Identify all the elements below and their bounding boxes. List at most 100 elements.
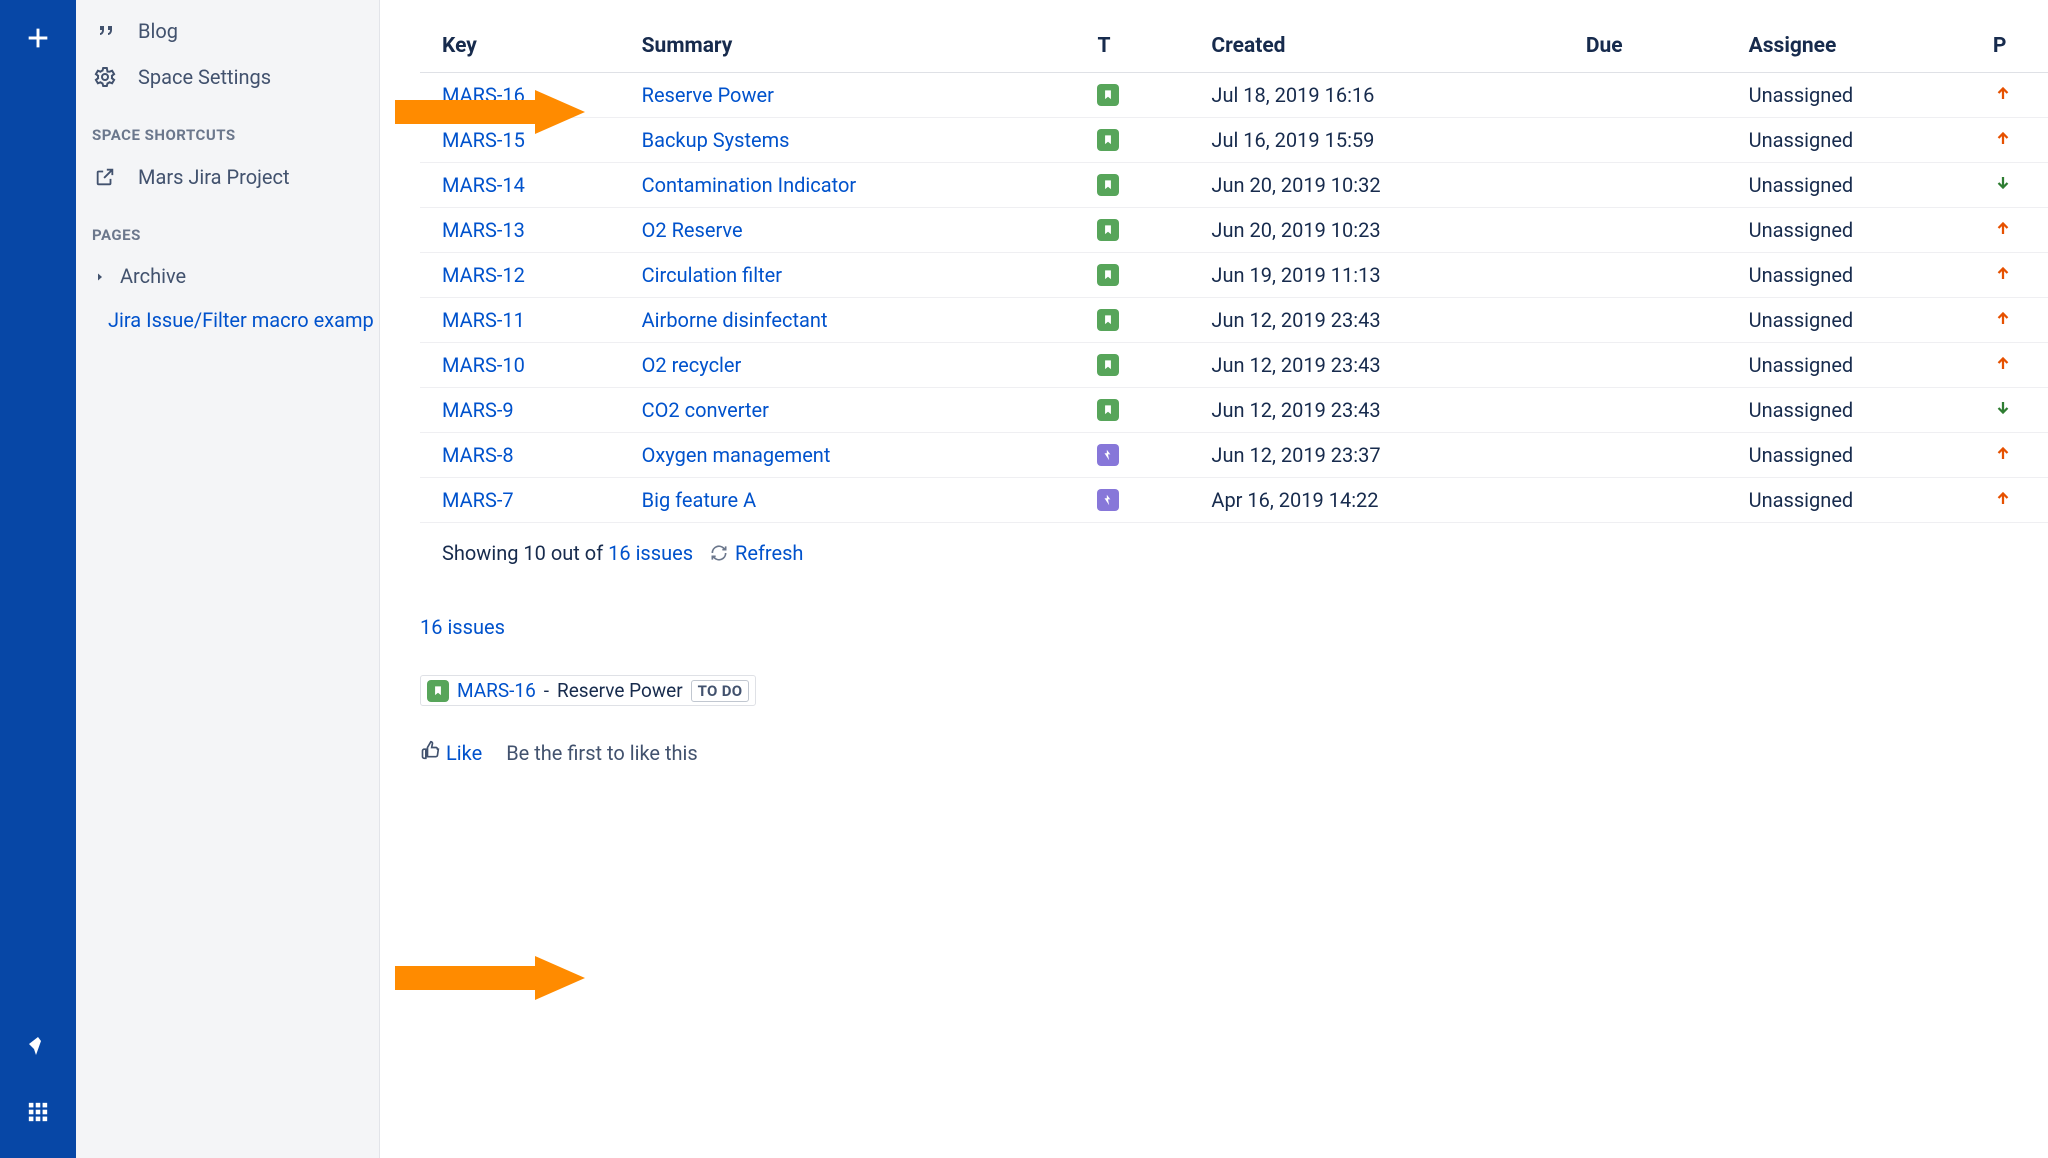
priority-medium-icon [1993,488,2013,508]
single-issue-summary: Reserve Power [557,679,683,702]
sidebar-item-label: Space Settings [138,65,271,89]
epic-type-icon [1097,489,1119,511]
showing-text: Showing 10 out of [442,541,608,565]
create-button[interactable] [18,18,58,58]
col-assignee[interactable]: Assignee [1739,20,1983,73]
col-summary[interactable]: Summary [632,20,1088,73]
story-type-icon [1097,84,1119,106]
sidebar-page-archive[interactable]: Archive [76,254,379,298]
story-type-icon [1097,309,1119,331]
issue-created: Jun 12, 2019 23:43 [1201,388,1575,433]
issue-assignee: Unassigned [1739,478,1983,523]
story-type-icon [1097,399,1119,421]
issue-key-link[interactable]: MARS-9 [442,398,514,422]
issue-due [1576,298,1739,343]
issue-assignee: Unassigned [1739,298,1983,343]
priority-medium-icon [1993,308,2013,328]
total-issues-link[interactable]: 16 issues [608,541,693,565]
priority-medium-icon [1993,443,2013,463]
table-row: MARS-13 O2 Reserve Jun 20, 2019 10:23 Unass… [420,208,2048,253]
issue-summary-link[interactable]: Airborne disinfectant [642,308,828,332]
single-issue-key: MARS-16 [457,679,536,702]
issue-due [1576,253,1739,298]
issue-created: Jun 20, 2019 10:32 [1201,163,1575,208]
refresh-icon[interactable] [709,543,729,563]
story-type-icon [1097,264,1119,286]
issue-key-link[interactable]: MARS-13 [442,218,525,242]
issue-created: Jun 20, 2019 10:23 [1201,208,1575,253]
issue-summary-link[interactable]: Big feature A [642,488,757,512]
table-row: MARS-15Backup SystemsJul 16, 2019 15:59U… [420,118,2048,163]
issue-due [1576,343,1739,388]
external-link-icon [92,164,118,190]
col-created[interactable]: Created [1201,20,1575,73]
chevron-right-icon [94,264,106,288]
issue-due [1576,433,1739,478]
story-type-icon [1097,174,1119,196]
issue-key-link[interactable]: MARS-14 [442,173,525,197]
table-row: MARS-12 Circulation filter Jun 19, 2019 11… [420,253,2048,298]
issue-key-link[interactable]: MARS-12 [442,263,525,287]
story-type-icon [427,680,449,702]
col-key[interactable]: Key [420,20,632,73]
issue-due [1576,388,1739,433]
like-hint: Be the first to like this [506,741,698,765]
issue-summary-link[interactable]: Oxygen management [642,443,831,467]
issue-key-link[interactable]: MARS-8 [442,443,514,467]
sidebar-heading-pages: PAGES [76,200,379,254]
sidebar-item-blog[interactable]: Blog [76,8,379,54]
gear-icon [92,64,118,90]
issue-due [1576,118,1739,163]
sidebar-item-label: Jira Issue/Filter macro examp [108,308,374,332]
thumbs-up-icon [420,740,440,765]
issue-key-link[interactable]: MARS-7 [442,488,514,512]
issue-assignee: Unassigned [1739,208,1983,253]
all-issues-link[interactable]: 16 issues [420,615,505,639]
single-issue-sep: - [544,679,549,702]
issue-assignee: Unassigned [1739,163,1983,208]
story-type-icon [1097,129,1119,151]
issue-due [1576,73,1739,118]
issue-key-link[interactable]: MARS-10 [442,353,525,377]
sidebar-page-current[interactable]: Jira Issue/Filter macro examp [76,298,379,342]
table-row: MARS-16Reserve PowerJul 18, 2019 16:16Un… [420,73,2048,118]
priority-medium-icon [1993,263,2013,283]
issue-key-link[interactable]: MARS-11 [442,308,525,332]
col-type[interactable]: T [1087,20,1201,73]
issue-summary-link[interactable]: Contamination Indicator [642,173,857,197]
whats-new-icon[interactable] [18,1026,58,1066]
refresh-link[interactable]: Refresh [735,541,803,565]
priority-medium-icon [1993,128,2013,148]
sidebar-shortcut-mars[interactable]: Mars Jira Project [76,154,379,200]
single-issue-macro[interactable]: MARS-16 - Reserve Power TO DO [420,675,756,706]
issue-key-link[interactable]: MARS-15 [442,128,525,152]
table-row: MARS-10O2 recyclerJun 12, 2019 23:43Unas… [420,343,2048,388]
priority-low-icon [1993,173,2013,193]
story-type-icon [1097,219,1119,241]
issue-summary-link[interactable]: O2 recycler [642,353,742,377]
issue-created: Jun 19, 2019 11:13 [1201,253,1575,298]
jira-issues-table: Key Summary T Created Due Assignee P MAR… [420,20,2048,523]
table-row: MARS-14 Contamination Indicator Jun 20, 20… [420,163,2048,208]
issue-summary-link[interactable]: Backup Systems [642,128,790,152]
issue-summary-link[interactable]: Reserve Power [642,83,774,107]
app-switcher-icon[interactable] [18,1092,58,1132]
single-issue-status: TO DO [691,680,750,702]
col-priority[interactable]: P [1983,20,2048,73]
priority-medium-icon [1993,83,2013,103]
issue-created: Jun 12, 2019 23:43 [1201,298,1575,343]
issue-key-link[interactable]: MARS-16 [442,83,525,107]
sidebar-item-space-settings[interactable]: Space Settings [76,54,379,100]
like-label: Like [446,741,482,765]
issue-created: Jul 16, 2019 15:59 [1201,118,1575,163]
issue-summary-link[interactable]: Circulation filter [642,263,782,287]
issue-summary-link[interactable]: O2 Reserve [642,218,743,242]
issue-created: Jul 18, 2019 16:16 [1201,73,1575,118]
col-due[interactable]: Due [1576,20,1739,73]
issue-due [1576,478,1739,523]
issue-created: Jun 12, 2019 23:43 [1201,343,1575,388]
issue-due [1576,163,1739,208]
issue-summary-link[interactable]: CO2 converter [642,398,769,422]
like-button[interactable]: Like [420,740,482,765]
priority-medium-icon [1993,218,2013,238]
